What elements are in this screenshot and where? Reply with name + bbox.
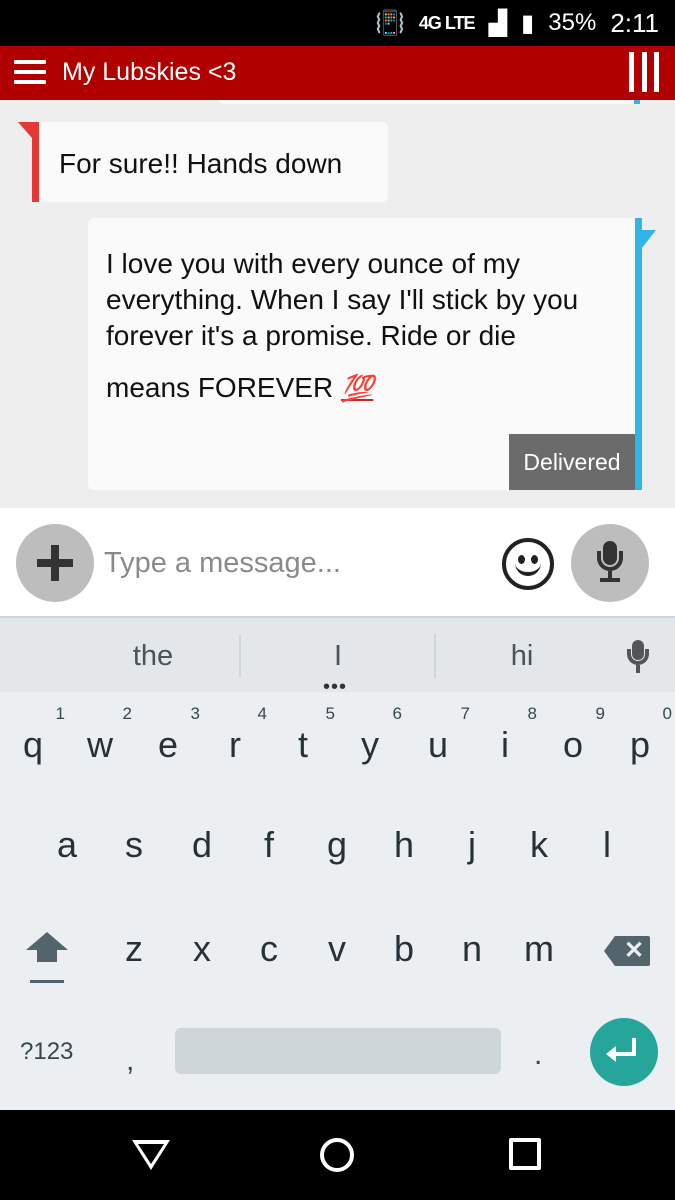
shift-icon[interactable] <box>22 932 72 988</box>
message-line: everything. When I say I'll stick by <box>106 284 526 315</box>
hundred-points-emoji: 💯 <box>340 374 374 404</box>
network-indicator: 4G LTE <box>418 12 476 33</box>
outgoing-stripe <box>635 218 642 490</box>
key[interactable]: k <box>509 824 569 866</box>
clock: 2:11 <box>610 7 659 38</box>
key[interactable]: w2 <box>70 704 132 766</box>
delivery-status-badge: Delivered <box>509 434 635 490</box>
key[interactable]: z <box>104 928 164 970</box>
key[interactable]: j <box>442 824 502 866</box>
previous-message-edge <box>218 100 640 104</box>
vibrate-icon: 📳 <box>375 9 405 37</box>
key[interactable]: a <box>37 824 97 866</box>
key[interactable]: l <box>577 824 637 866</box>
suggestion-the[interactable]: the <box>73 640 233 673</box>
emoji-icon[interactable] <box>502 538 554 590</box>
backspace-icon[interactable]: ✕ <box>604 936 650 966</box>
key[interactable]: p0 <box>610 704 672 766</box>
key[interactable]: u7 <box>408 704 470 766</box>
more-suggestions-icon: ••• <box>323 676 348 698</box>
key[interactable]: b <box>374 928 434 970</box>
key[interactable]: m <box>509 928 569 970</box>
incoming-flag-icon <box>18 122 32 138</box>
message-input[interactable] <box>104 538 484 588</box>
status-bar: 📳 4G LTE ▟ ▮ 35% 2:11 <box>0 0 675 46</box>
home-icon[interactable] <box>320 1138 354 1172</box>
key[interactable]: e3 <box>138 704 200 766</box>
conversation-title: My Lubskies <3 <box>62 58 237 86</box>
key[interactable]: g <box>307 824 367 866</box>
app-bar: My Lubskies <3 <box>0 46 675 100</box>
incoming-message-bubble[interactable]: For sure!! Hands down <box>18 122 388 202</box>
key[interactable]: c <box>239 928 299 970</box>
add-icon[interactable] <box>16 524 94 602</box>
symbols-key[interactable]: ?123 <box>20 1038 73 1066</box>
microphone-icon[interactable] <box>571 524 649 602</box>
hamburger-menu-icon[interactable] <box>14 60 46 86</box>
compose-bar <box>0 508 675 616</box>
signal-icon: ▟ <box>488 9 508 37</box>
key[interactable]: s <box>104 824 164 866</box>
outgoing-message-text: I love you with every ounce of my everyt… <box>106 246 626 407</box>
comma-key[interactable]: , <box>126 1044 134 1078</box>
key[interactable]: t5 <box>273 704 335 766</box>
key[interactable]: d <box>172 824 232 866</box>
suggestion-i[interactable]: I <box>258 640 418 673</box>
key[interactable]: n <box>442 928 502 970</box>
battery-percent: 35% <box>548 9 597 36</box>
key[interactable]: f <box>239 824 299 866</box>
battery-icon: ▮ <box>521 9 535 37</box>
back-icon[interactable] <box>132 1140 170 1170</box>
bars-logo-icon[interactable] <box>629 52 659 92</box>
key[interactable]: y6 <box>340 704 402 766</box>
key[interactable]: o9 <box>543 704 605 766</box>
outgoing-flag-icon <box>642 230 656 248</box>
system-nav-bar <box>0 1110 675 1200</box>
incoming-message-text: For sure!! Hands down <box>59 148 343 179</box>
key[interactable]: i8 <box>475 704 537 766</box>
key[interactable]: q1 <box>3 704 65 766</box>
enter-key[interactable] <box>590 1018 658 1086</box>
message-line: means FOREVER <box>106 372 334 403</box>
key[interactable]: r4 <box>205 704 267 766</box>
incoming-stripe <box>32 122 39 202</box>
space-bar[interactable] <box>175 1028 501 1074</box>
suggestion-hi[interactable]: hi <box>442 640 602 673</box>
soft-keyboard: the I ••• hi q1 w2 e3 r4 t5 y6 u7 i8 o9 … <box>0 616 675 1110</box>
key[interactable]: x <box>172 928 232 970</box>
key[interactable]: h <box>374 824 434 866</box>
message-list[interactable]: For sure!! Hands down I love you with ev… <box>0 100 675 508</box>
recent-apps-icon[interactable] <box>509 1138 541 1170</box>
suggestion-strip: the I ••• hi <box>0 616 675 698</box>
period-key[interactable]: . <box>534 1038 542 1072</box>
key[interactable]: v <box>307 928 367 970</box>
outgoing-message-bubble[interactable]: I love you with every ounce of my everyt… <box>88 218 656 490</box>
message-line: I love you with every ounce of my <box>106 248 520 279</box>
